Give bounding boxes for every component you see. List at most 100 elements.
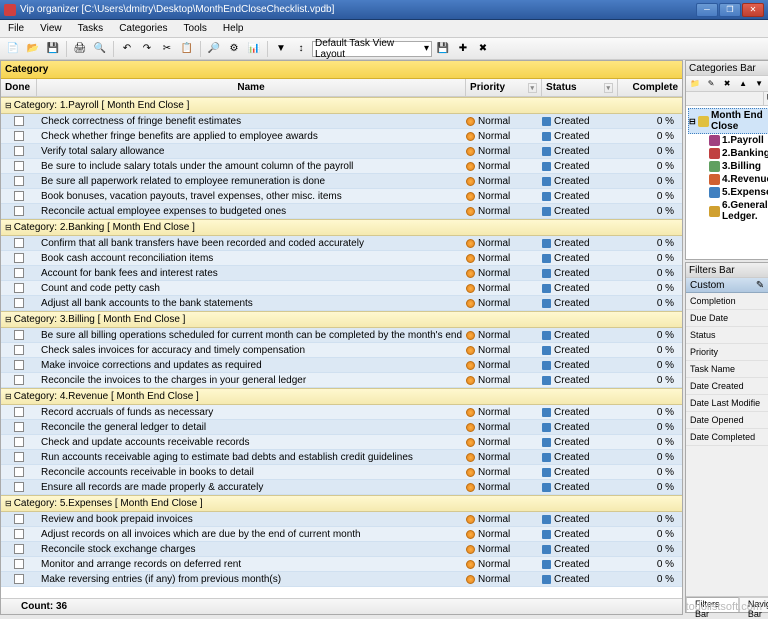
- filter-row[interactable]: Completion: [686, 293, 768, 310]
- collapse-icon[interactable]: ⊟: [5, 101, 12, 110]
- task-row[interactable]: Confirm that all bank transfers have bee…: [1, 236, 682, 251]
- save-icon[interactable]: 💾: [44, 40, 62, 58]
- menu-tasks[interactable]: Tasks: [74, 21, 108, 36]
- cat-new-icon[interactable]: 📁: [688, 77, 702, 91]
- tree-item[interactable]: 1.Payroll77: [688, 134, 768, 147]
- tree-item[interactable]: 2.Banking55: [688, 147, 768, 160]
- cat-edit-icon[interactable]: ✎: [704, 77, 718, 91]
- menu-view[interactable]: View: [36, 21, 66, 36]
- chevron-down-icon[interactable]: ▾: [604, 83, 614, 93]
- done-checkbox[interactable]: [14, 360, 24, 370]
- task-row[interactable]: Be sure all billing operations scheduled…: [1, 328, 682, 343]
- minimize-button[interactable]: ─: [696, 3, 718, 17]
- filter-row[interactable]: Date Completed: [686, 429, 768, 446]
- menu-categories[interactable]: Categories: [115, 21, 171, 36]
- menu-tools[interactable]: Tools: [180, 21, 211, 36]
- menu-file[interactable]: File: [4, 21, 28, 36]
- task-row[interactable]: Verify total salary allowanceNormalCreat…: [1, 144, 682, 159]
- task-row[interactable]: Reconcile stock exchange chargesNormalCr…: [1, 542, 682, 557]
- task-row[interactable]: Reconcile the invoices to the charges in…: [1, 373, 682, 388]
- done-checkbox[interactable]: [14, 146, 24, 156]
- collapse-icon[interactable]: ⊟: [5, 499, 12, 508]
- done-checkbox[interactable]: [14, 161, 24, 171]
- task-row[interactable]: Check correctness of fringe benefit esti…: [1, 114, 682, 129]
- layout-save-icon[interactable]: 💾: [434, 40, 452, 58]
- task-row[interactable]: Make invoice corrections and updates as …: [1, 358, 682, 373]
- print-icon[interactable]: 🖨: [71, 40, 89, 58]
- task-row[interactable]: Check whether fringe benefits are applie…: [1, 129, 682, 144]
- task-row[interactable]: Review and book prepaid invoicesNormalCr…: [1, 512, 682, 527]
- maximize-button[interactable]: ❐: [719, 3, 741, 17]
- group-row[interactable]: ⊟Category: 2.Banking [ Month End Close ]: [1, 219, 682, 236]
- col-priority[interactable]: Priority▾: [466, 79, 542, 96]
- chevron-down-icon[interactable]: ▾: [528, 83, 538, 93]
- done-checkbox[interactable]: [14, 437, 24, 447]
- tree-item[interactable]: 5.Expenses66: [688, 186, 768, 199]
- done-checkbox[interactable]: [14, 574, 24, 584]
- done-checkbox[interactable]: [14, 298, 24, 308]
- group-row[interactable]: ⊟Category: 1.Payroll [ Month End Close ]: [1, 97, 682, 114]
- preview-icon[interactable]: 🔍: [91, 40, 109, 58]
- filter-icon[interactable]: ▼: [272, 40, 290, 58]
- col-name[interactable]: Name: [37, 79, 466, 96]
- layout-del-icon[interactable]: ✖: [474, 40, 492, 58]
- redo-icon[interactable]: ↷: [138, 40, 156, 58]
- group-row[interactable]: ⊟Category: 3.Billing [ Month End Close ]: [1, 311, 682, 328]
- task-row[interactable]: Reconcile accounts receivable in books t…: [1, 465, 682, 480]
- done-checkbox[interactable]: [14, 345, 24, 355]
- task-row[interactable]: Account for bank fees and interest rates…: [1, 266, 682, 281]
- task-row[interactable]: Ensure all records are made properly & a…: [1, 480, 682, 495]
- done-checkbox[interactable]: [14, 452, 24, 462]
- filter-row[interactable]: Due Date: [686, 310, 768, 327]
- cat-down-icon[interactable]: ▼: [752, 77, 766, 91]
- filter-row[interactable]: Date Last Modifie: [686, 395, 768, 412]
- collapse-icon[interactable]: ⊟: [5, 223, 12, 232]
- task-row[interactable]: Adjust all bank accounts to the bank sta…: [1, 296, 682, 311]
- tree-item[interactable]: 4.Revenue66: [688, 173, 768, 186]
- done-checkbox[interactable]: [14, 206, 24, 216]
- group-row[interactable]: ⊟Category: 4.Revenue [ Month End Close ]: [1, 388, 682, 405]
- filter-row[interactable]: Task Name: [686, 361, 768, 378]
- task-row[interactable]: Book bonuses, vacation payouts, travel e…: [1, 189, 682, 204]
- done-checkbox[interactable]: [14, 131, 24, 141]
- task-row[interactable]: Reconcile actual employee expenses to bu…: [1, 204, 682, 219]
- filter-row[interactable]: Date Created: [686, 378, 768, 395]
- filter-row[interactable]: Status: [686, 327, 768, 344]
- done-checkbox[interactable]: [14, 283, 24, 293]
- cat-del-icon[interactable]: ✖: [720, 77, 734, 91]
- filter-row[interactable]: Priority: [686, 344, 768, 361]
- layout-add-icon[interactable]: ✚: [454, 40, 472, 58]
- col-done[interactable]: Done: [1, 79, 37, 96]
- task-row[interactable]: Reconcile the general ledger to detailNo…: [1, 420, 682, 435]
- done-checkbox[interactable]: [14, 559, 24, 569]
- filter-row[interactable]: Date Opened: [686, 412, 768, 429]
- task-row[interactable]: Monitor and arrange records on deferred …: [1, 557, 682, 572]
- done-checkbox[interactable]: [14, 191, 24, 201]
- find-icon[interactable]: 🔎: [205, 40, 223, 58]
- tree-root[interactable]: ⊟Month End Close3636: [688, 108, 768, 134]
- sort-icon[interactable]: ↕: [292, 40, 310, 58]
- task-row[interactable]: Be sure to include salary totals under t…: [1, 159, 682, 174]
- done-checkbox[interactable]: [14, 176, 24, 186]
- task-row[interactable]: Check sales invoices for accuracy and ti…: [1, 343, 682, 358]
- tree-item[interactable]: 3.Billing44: [688, 160, 768, 173]
- done-checkbox[interactable]: [14, 116, 24, 126]
- col-status[interactable]: Status▾: [542, 79, 618, 96]
- task-row[interactable]: Count and code petty cashNormalCreated0 …: [1, 281, 682, 296]
- tool-icon[interactable]: ⚙: [225, 40, 243, 58]
- tool2-icon[interactable]: 📊: [245, 40, 263, 58]
- done-checkbox[interactable]: [14, 514, 24, 524]
- done-checkbox[interactable]: [14, 330, 24, 340]
- filter-custom-label[interactable]: Custom: [690, 280, 724, 291]
- done-checkbox[interactable]: [14, 268, 24, 278]
- new-icon[interactable]: 📄: [4, 40, 22, 58]
- task-row[interactable]: Record accruals of funds as necessaryNor…: [1, 405, 682, 420]
- tree-item[interactable]: 6.General Ledger.88: [688, 199, 768, 223]
- done-checkbox[interactable]: [14, 407, 24, 417]
- task-row[interactable]: Adjust records on all invoices which are…: [1, 527, 682, 542]
- undo-icon[interactable]: ↶: [118, 40, 136, 58]
- menu-help[interactable]: Help: [219, 21, 248, 36]
- done-checkbox[interactable]: [14, 529, 24, 539]
- task-row[interactable]: Be sure all paperwork related to employe…: [1, 174, 682, 189]
- open-icon[interactable]: 📂: [24, 40, 42, 58]
